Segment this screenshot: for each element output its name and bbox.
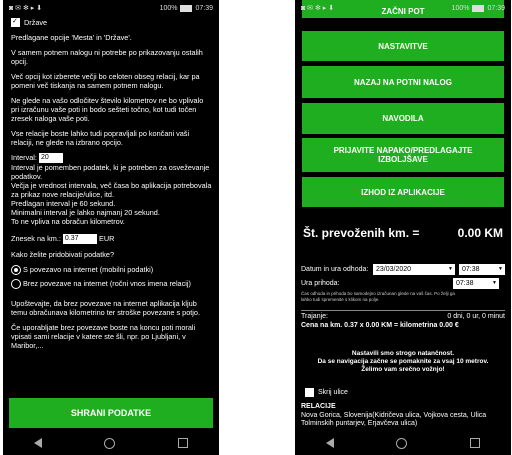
- info-text: Predlagane opcije 'Mesta' in 'Države'.: [11, 33, 132, 42]
- exit-app-button[interactable]: IZHOD IZ APLIKACIJE: [302, 177, 504, 207]
- info-text: V samem potnem nalogu ni potrebe po prik…: [11, 48, 203, 66]
- back-to-order-button[interactable]: NAZAJ NA POTNI NALOG: [302, 66, 504, 98]
- recent-apps-icon[interactable]: [469, 438, 480, 448]
- recent-apps-icon[interactable]: [177, 438, 188, 448]
- departure-time-dropdown[interactable]: 07:38: [459, 264, 505, 275]
- radio-offline[interactable]: Brez povezave na internet (ročni vnos im…: [11, 279, 213, 290]
- skrij-label: Skrij ulice: [318, 389, 348, 396]
- home-icon[interactable]: [396, 437, 408, 449]
- clock: 07:39: [195, 4, 213, 12]
- info-text: Vse relacije boste lahko tudi popravljal…: [11, 129, 190, 147]
- battery-icon: [472, 4, 485, 12]
- km-row: Št. prevoženih km. = 0.00 KM: [303, 226, 503, 240]
- drzave-label: Države: [24, 18, 48, 27]
- interval-input[interactable]: 20: [39, 153, 63, 164]
- radio-offline-label: Brez povezave na internet (ročni vnos im…: [23, 279, 191, 289]
- battery-icon: [180, 4, 193, 12]
- precision-message: Nastavili smo strogo natančnost. Da se n…: [317, 350, 489, 373]
- radio-online-button[interactable]: [11, 265, 21, 276]
- info-text: Če uporabljate brez povezave boste na ko…: [11, 323, 196, 351]
- interval-info: Interval je pomemben podatek, ki je potr…: [11, 163, 212, 227]
- interval-row: Interval: 20: [11, 153, 213, 164]
- drzave-checkbox[interactable]: [11, 17, 20, 27]
- znesek-label: Znesek na km.:: [11, 234, 61, 244]
- relacije-text: Nova Gorica, Slovenija(Kidričeva ulica, …: [301, 411, 487, 428]
- kako-label: Kako želite pridobivati podatke?: [11, 250, 115, 260]
- instructions-button[interactable]: NAVODILA: [302, 103, 504, 134]
- nav-bar: [295, 431, 511, 455]
- status-bar: ◙ ✉ ✻ ▸ ⬇ 100% 07:39: [3, 0, 219, 16]
- time-section: Datum in ura odhoda: 23/03/2020 07:38 Ur…: [301, 264, 505, 302]
- datum-row: Datum in ura odhoda: 23/03/2020 07:38: [301, 264, 505, 275]
- radio-online[interactable]: S povezavo na internet (mobilni podatki): [11, 265, 213, 276]
- status-bar: ◙ ✉ ✻ ▸ ⬇ 100% 07:39: [295, 0, 511, 16]
- radio-online-label: S povezavo na internet (mobilni podatki): [23, 265, 154, 275]
- status-icons: ◙ ✉ ✻ ▸ ⬇: [9, 5, 43, 12]
- battery-percent: 100%: [451, 4, 470, 12]
- settings-button[interactable]: NASTAVITVE: [302, 31, 504, 61]
- znesek-unit: EUR: [98, 234, 115, 244]
- trajanje-row: Trajanje: 0 dni, 0 ur, 0 minut: [301, 310, 505, 320]
- km-label: Št. prevoženih km. =: [303, 226, 420, 240]
- drzave-row[interactable]: Države: [11, 17, 213, 27]
- left-screen: ◙ ✉ ✻ ▸ ⬇ 100% 07:39 Države Predlagane o…: [3, 0, 219, 455]
- znesek-input[interactable]: 0.37: [62, 234, 97, 245]
- cena-row: Cena na km. 0.37 x 0.00 KM = kilometrina…: [301, 322, 459, 329]
- trajanje-value: 0 dni, 0 ur, 0 minut: [447, 313, 505, 320]
- info-text: Upoštevajte, da brez povezave na interne…: [11, 299, 201, 318]
- back-icon[interactable]: [326, 438, 335, 448]
- nav-bar: [3, 431, 219, 455]
- save-button[interactable]: SHRANI PODATKE: [9, 398, 213, 428]
- ura-prihoda-label: Ura prihoda:: [301, 280, 340, 287]
- settings-content: Države Predlagane opcije 'Mesta' in 'Drž…: [11, 17, 213, 356]
- skrij-row[interactable]: Skrij ulice: [305, 388, 348, 397]
- battery-percent: 100%: [159, 4, 178, 12]
- report-bug-button[interactable]: PRIJAVITE NAPAKO/PREDLAGAJTE IZBOLJŠAVE: [302, 138, 504, 172]
- arrival-time-dropdown[interactable]: 07:38: [453, 278, 499, 289]
- relacije-title: RELACIJE: [301, 403, 336, 410]
- znesek-row: Znesek na km.: 0.37 EUR: [11, 234, 213, 245]
- clock: 07:39: [487, 4, 505, 12]
- prihod-row: Ura prihoda: 07:38: [301, 278, 505, 289]
- back-icon[interactable]: [34, 438, 43, 448]
- status-icons: ◙ ✉ ✻ ▸ ⬇: [301, 5, 335, 12]
- hide-streets-checkbox[interactable]: [305, 388, 314, 397]
- radio-offline-button[interactable]: [11, 279, 21, 290]
- trajanje-label: Trajanje:: [301, 313, 328, 320]
- km-value: 0.00 KM: [457, 226, 503, 240]
- relacije-section: RELACIJE Nova Gorica, Slovenija(Kidričev…: [301, 403, 505, 429]
- time-note: Čas odhoda in prihoda bo samodejno izrač…: [301, 291, 455, 302]
- home-icon[interactable]: [104, 437, 116, 449]
- right-screen: ZAČNI POT ◙ ✉ ✻ ▸ ⬇ 100% 07:39 NASTAVITV…: [295, 0, 511, 455]
- info-text: Več opcij kot izberete večji bo celoten …: [11, 72, 200, 90]
- datum-label: Datum in ura odhoda:: [301, 266, 369, 273]
- info-text: Ne glede na vašo odločitev število kilom…: [11, 96, 204, 123]
- date-dropdown[interactable]: 23/03/2020: [373, 264, 455, 275]
- interval-label: Interval:: [11, 153, 37, 162]
